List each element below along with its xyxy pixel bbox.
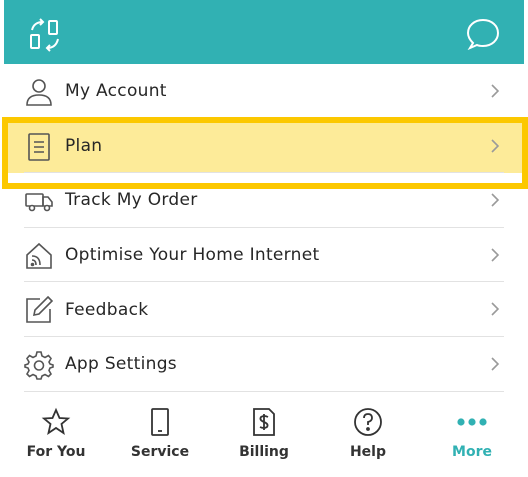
star-icon	[4, 407, 108, 437]
gear-icon	[24, 350, 54, 380]
tab-more[interactable]: More	[420, 393, 524, 477]
tab-service[interactable]: Service	[108, 393, 212, 477]
home-wifi-icon	[24, 241, 54, 271]
swap-devices-icon[interactable]	[28, 18, 62, 52]
question-icon	[316, 407, 420, 437]
chat-bubble-icon[interactable]	[466, 18, 500, 50]
truck-icon	[24, 186, 54, 216]
tab-label: More	[452, 444, 492, 460]
menu-item-app-settings[interactable]: App Settings	[4, 337, 524, 392]
device-icon	[108, 407, 212, 437]
menu-item-my-account[interactable]: My Account	[4, 64, 524, 119]
app-header	[4, 0, 524, 64]
tab-for-you[interactable]: For You	[4, 393, 108, 477]
chevron-right-icon	[490, 83, 500, 99]
more-dots-icon	[420, 407, 524, 437]
menu-item-label: My Account	[65, 81, 167, 102]
tab-label: For You	[26, 444, 86, 460]
chevron-right-icon	[490, 247, 500, 263]
chevron-right-icon	[490, 301, 500, 317]
person-icon	[24, 77, 54, 107]
menu-item-label: App Settings	[65, 354, 177, 375]
menu-item-label: Feedback	[65, 299, 149, 320]
chevron-right-icon	[490, 192, 500, 208]
menu-item-feedback[interactable]: Feedback	[4, 282, 524, 337]
menu-item-label: Optimise Your Home Internet	[65, 245, 320, 266]
menu-item-label: Track My Order	[65, 190, 198, 211]
edit-icon	[24, 295, 54, 325]
tab-label: Billing	[239, 444, 289, 460]
tab-label: Service	[130, 444, 190, 460]
menu-item-optimise-home-internet[interactable]: Optimise Your Home Internet	[4, 228, 524, 283]
bottom-tab-bar: For You Service Billing Help More	[4, 393, 524, 477]
more-menu-list: My Account Plan Track My Order Optimise …	[4, 64, 524, 392]
plan-highlight-frame	[2, 117, 528, 189]
tab-billing[interactable]: Billing	[212, 393, 316, 477]
bill-icon	[212, 407, 316, 437]
tab-help[interactable]: Help	[316, 393, 420, 477]
tab-label: Help	[349, 444, 387, 460]
chevron-right-icon	[490, 356, 500, 372]
